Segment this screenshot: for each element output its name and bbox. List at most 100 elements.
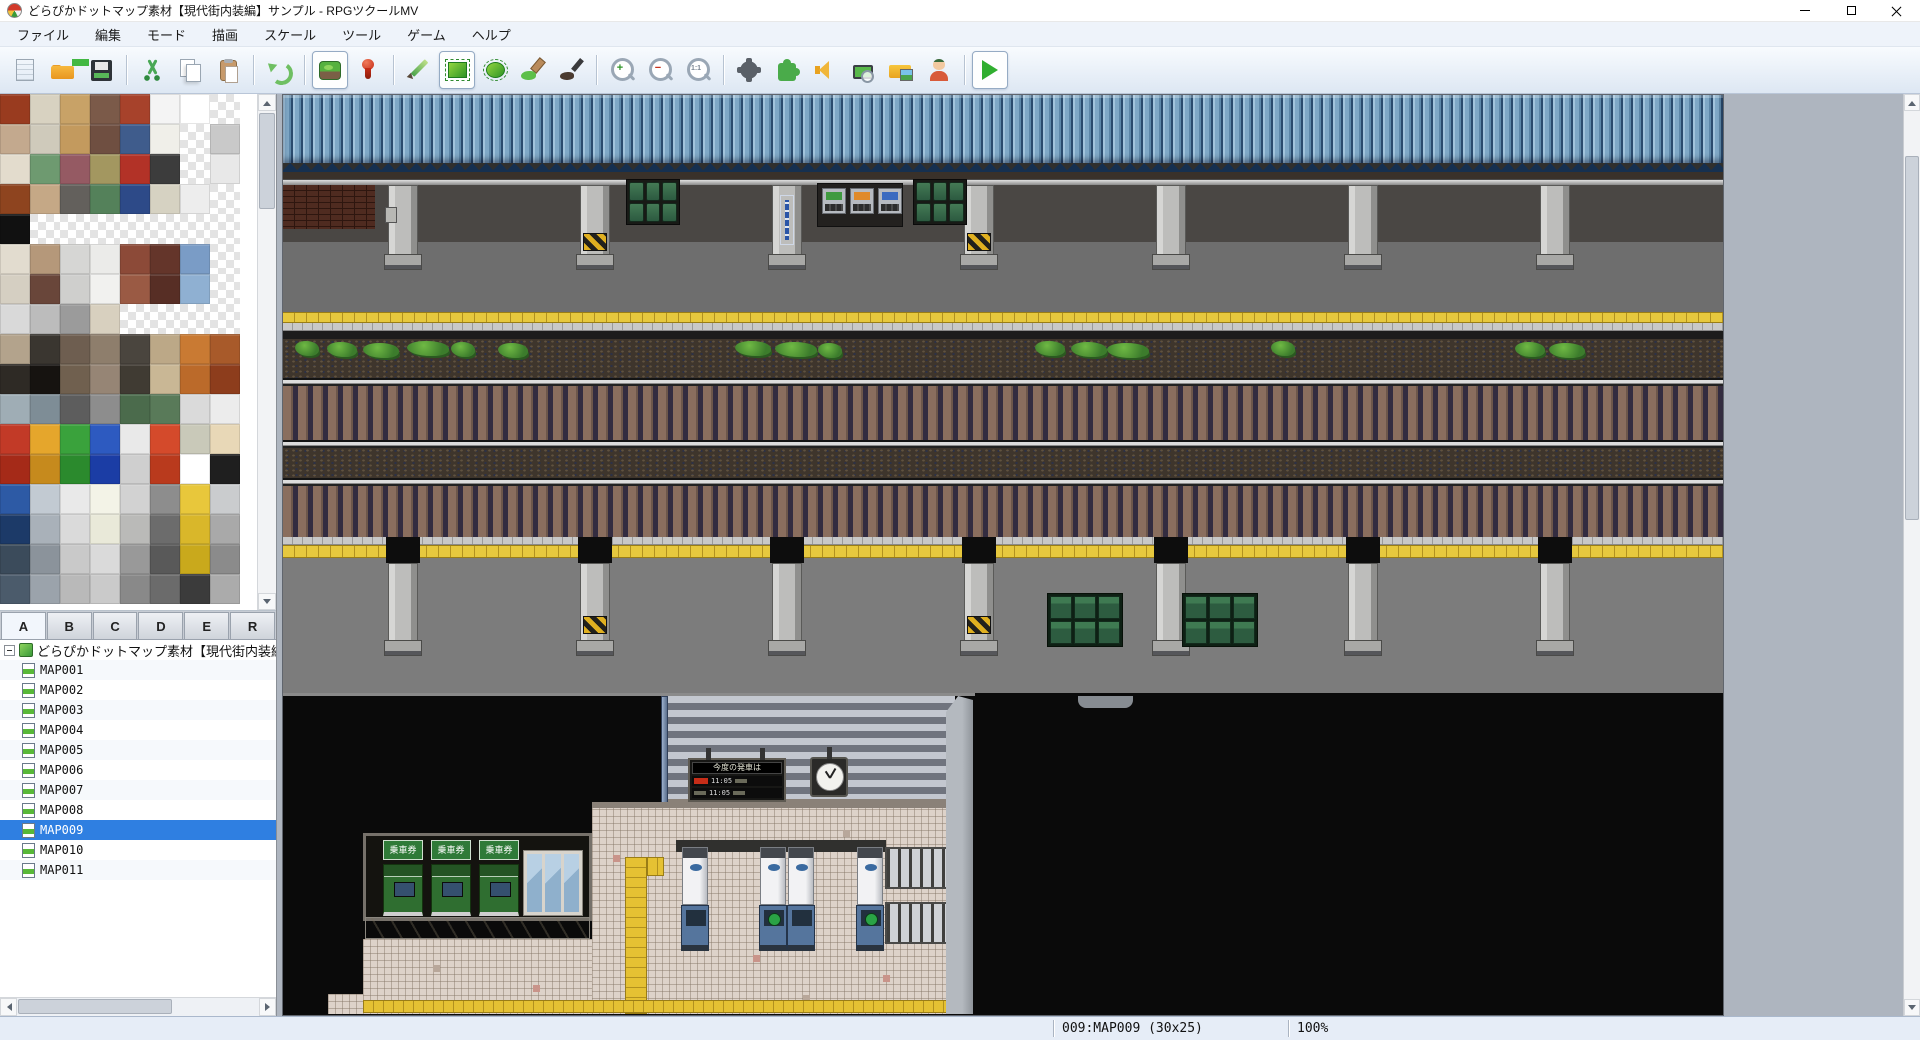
tree-root-row[interactable]: どらぴかドットマップ素材【現代街内装編】サンプル <box>0 640 276 660</box>
palette-tile[interactable] <box>30 424 60 454</box>
palette-tile[interactable] <box>150 364 180 394</box>
palette-tile[interactable] <box>150 544 180 574</box>
palette-tile[interactable] <box>30 514 60 544</box>
palette-tile[interactable] <box>120 244 150 274</box>
palette-tile[interactable] <box>210 244 240 274</box>
palette-tile[interactable] <box>60 454 90 484</box>
palette-tile[interactable] <box>210 364 240 394</box>
palette-tile[interactable] <box>90 124 120 154</box>
palette-tile[interactable] <box>0 274 30 304</box>
event-mode-button[interactable] <box>350 51 386 89</box>
sound-test-button[interactable] <box>807 51 843 89</box>
palette-tile[interactable] <box>0 394 30 424</box>
playtest-button[interactable] <box>972 51 1008 89</box>
palette-tile[interactable] <box>60 544 90 574</box>
palette-tile[interactable] <box>60 364 90 394</box>
paste-button[interactable] <box>210 51 246 89</box>
event-searcher-button[interactable] <box>845 51 881 89</box>
tileset-tab-B[interactable]: B <box>47 612 92 639</box>
palette-tile[interactable] <box>180 184 210 214</box>
tree-item-MAP010[interactable]: MAP010 <box>0 840 276 860</box>
palette-tile[interactable] <box>90 214 120 244</box>
palette-tile[interactable] <box>60 394 90 424</box>
palette-tile[interactable] <box>30 304 60 334</box>
palette-tile[interactable] <box>90 334 120 364</box>
palette-tile[interactable] <box>120 124 150 154</box>
menu-item-3[interactable]: 描画 <box>199 22 251 47</box>
menu-item-7[interactable]: ヘルプ <box>459 22 524 47</box>
scroll-right-button[interactable] <box>259 998 276 1016</box>
palette-tile[interactable] <box>180 304 210 334</box>
palette-tile[interactable] <box>120 574 150 604</box>
tree-item-MAP002[interactable]: MAP002 <box>0 680 276 700</box>
plugin-manager-button[interactable] <box>769 51 805 89</box>
palette-tile[interactable] <box>210 334 240 364</box>
scroll-down-button[interactable] <box>258 593 276 610</box>
window-close-button[interactable] <box>1874 0 1920 22</box>
palette-tile[interactable] <box>0 364 30 394</box>
palette-tile[interactable] <box>30 574 60 604</box>
palette-tile[interactable] <box>150 244 180 274</box>
tree-item-MAP004[interactable]: MAP004 <box>0 720 276 740</box>
palette-tile[interactable] <box>30 94 60 124</box>
palette-tile[interactable] <box>60 484 90 514</box>
tree-item-MAP011[interactable]: MAP011 <box>0 860 276 880</box>
palette-tile[interactable] <box>150 484 180 514</box>
tree-item-MAP006[interactable]: MAP006 <box>0 760 276 780</box>
palette-tile[interactable] <box>0 484 30 514</box>
palette-tile[interactable] <box>90 94 120 124</box>
palette-tile[interactable] <box>150 124 180 154</box>
palette-tile[interactable] <box>90 304 120 334</box>
palette-tile[interactable] <box>150 94 180 124</box>
palette-tile[interactable] <box>210 574 240 604</box>
palette-tile[interactable] <box>90 574 120 604</box>
tree-item-MAP005[interactable]: MAP005 <box>0 740 276 760</box>
palette-tile[interactable] <box>120 184 150 214</box>
palette-tile[interactable] <box>120 274 150 304</box>
tree-item-MAP007[interactable]: MAP007 <box>0 780 276 800</box>
palette-tile[interactable] <box>90 364 120 394</box>
palette-tile[interactable] <box>0 184 30 214</box>
zoom-in-button[interactable]: + <box>604 51 640 89</box>
palette-tile[interactable] <box>120 304 150 334</box>
palette-tile[interactable] <box>60 424 90 454</box>
actual-scale-button[interactable]: 1:1 <box>680 51 716 89</box>
palette-tile[interactable] <box>60 244 90 274</box>
palette-tile[interactable] <box>0 244 30 274</box>
window-maximize-button[interactable] <box>1828 0 1874 22</box>
tileset-tab-E[interactable]: E <box>184 612 229 639</box>
palette-tile[interactable] <box>120 484 150 514</box>
palette-tile[interactable] <box>180 124 210 154</box>
palette-tile[interactable] <box>30 394 60 424</box>
cut-button[interactable] <box>134 51 170 89</box>
rectangle-tool-button[interactable] <box>439 51 475 89</box>
palette-tile[interactable] <box>180 274 210 304</box>
palette-tile[interactable] <box>180 574 210 604</box>
palette-tile[interactable] <box>60 274 90 304</box>
tree-item-MAP009[interactable]: MAP009 <box>0 820 276 840</box>
palette-tile[interactable] <box>30 454 60 484</box>
tree-scroll-thumb[interactable] <box>18 999 172 1014</box>
scroll-up-button[interactable] <box>258 94 276 111</box>
palette-tile[interactable] <box>90 424 120 454</box>
window-minimize-button[interactable] <box>1782 0 1828 22</box>
tree-h-scrollbar[interactable] <box>0 997 276 1016</box>
canvas-scroll-thumb[interactable] <box>1905 156 1919 520</box>
palette-tile[interactable] <box>30 154 60 184</box>
palette-tile[interactable] <box>30 214 60 244</box>
palette-tile[interactable] <box>120 514 150 544</box>
palette-tile[interactable] <box>180 154 210 184</box>
palette-tile[interactable] <box>210 94 240 124</box>
palette-tile[interactable] <box>120 394 150 424</box>
palette-tile[interactable] <box>210 544 240 574</box>
palette-tile[interactable] <box>180 424 210 454</box>
palette-tile[interactable] <box>150 184 180 214</box>
palette-tile[interactable] <box>90 154 120 184</box>
palette-tile[interactable] <box>210 154 240 184</box>
tileset-tab-D[interactable]: D <box>138 612 183 639</box>
palette-tile[interactable] <box>60 574 90 604</box>
new-map-button[interactable] <box>7 51 43 89</box>
character-generator-button[interactable] <box>921 51 957 89</box>
palette-tile[interactable] <box>90 544 120 574</box>
menu-item-2[interactable]: モード <box>134 22 199 47</box>
